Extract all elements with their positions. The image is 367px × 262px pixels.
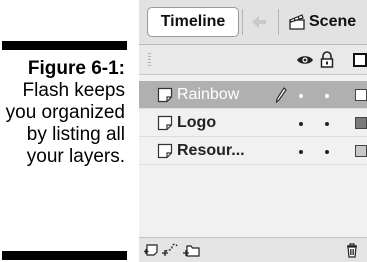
figure-label: Figure 6-1: <box>27 58 125 79</box>
toolbar-divider <box>242 9 243 35</box>
visibility-dot[interactable] <box>299 94 303 98</box>
lock-icon[interactable] <box>320 51 334 68</box>
layer-icon <box>157 115 173 131</box>
layer-list: Rainbow Logo Resour... <box>139 75 367 237</box>
timeline-toolbar: Timeline Scene <box>139 0 367 45</box>
layer-name[interactable]: Logo <box>177 109 216 137</box>
back-arrow-icon[interactable] <box>249 12 269 32</box>
visibility-dot[interactable] <box>299 122 303 126</box>
insert-layer-icon[interactable] <box>144 242 160 258</box>
caption-text: Flash keeps you organized by listing all… <box>5 80 125 167</box>
eye-icon[interactable] <box>296 53 314 67</box>
outline-color-swatch[interactable] <box>355 117 367 129</box>
scene-label: Scene <box>309 13 357 30</box>
pencil-icon <box>275 87 287 103</box>
toolbar-divider <box>278 9 279 35</box>
layer-name[interactable]: Rainbow <box>177 81 239 109</box>
outline-color-swatch[interactable] <box>355 145 367 157</box>
layer-name[interactable]: Resour... <box>177 137 245 165</box>
timeline-panel: Timeline Scene Rainbow Logo Resour... <box>139 0 367 262</box>
layer-icon <box>157 143 173 159</box>
lock-dot[interactable] <box>325 94 329 98</box>
layer-header <box>139 45 367 75</box>
figure-caption: Figure 6-1: Flash keeps you organized by… <box>2 58 125 168</box>
timeline-tab[interactable]: Timeline <box>147 7 239 37</box>
bottom-rule <box>2 251 127 260</box>
visibility-dot[interactable] <box>299 150 303 154</box>
layer-row-logo[interactable]: Logo <box>139 109 367 137</box>
layer-icon <box>157 87 173 103</box>
layer-row-resources[interactable]: Resour... <box>139 137 367 165</box>
outline-icon[interactable] <box>353 53 367 67</box>
timeline-footer <box>139 237 367 262</box>
delete-layer-icon[interactable] <box>345 242 359 258</box>
layer-row-rainbow[interactable]: Rainbow <box>139 81 367 109</box>
lock-dot[interactable] <box>325 150 329 154</box>
lock-dot[interactable] <box>325 122 329 126</box>
grip-handle[interactable] <box>148 53 151 67</box>
top-rule <box>2 41 127 50</box>
add-motion-guide-icon[interactable] <box>162 241 180 258</box>
insert-layer-folder-icon[interactable] <box>183 242 201 258</box>
scene-button[interactable]: Scene <box>289 9 356 35</box>
clapperboard-icon <box>289 13 305 30</box>
outline-color-swatch[interactable] <box>355 89 367 101</box>
